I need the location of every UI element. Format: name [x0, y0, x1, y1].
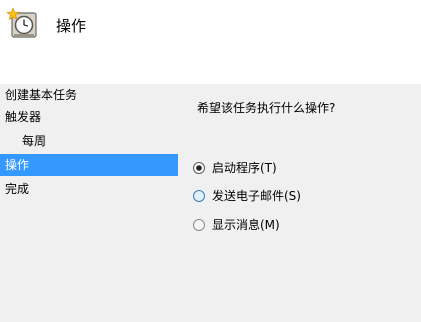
option-label: 显示消息(M) — [212, 218, 280, 232]
sidebar-item-label: 触发器 — [5, 110, 42, 124]
radio-unchecked-icon[interactable] — [193, 219, 205, 231]
scheduled-task-icon — [6, 7, 37, 38]
sidebar-item-label: 每周 — [22, 134, 47, 148]
sidebar-item-label: 创建基本任务 — [5, 88, 78, 102]
radio-checked-icon[interactable] — [193, 162, 205, 174]
sidebar-item-label: 操作 — [5, 158, 30, 172]
sidebar-item-finish[interactable]: 完成 — [0, 178, 178, 200]
sidebar-item-action[interactable]: 操作 — [0, 154, 178, 176]
sidebar-item-label: 完成 — [5, 182, 30, 196]
sidebar-item-weekly[interactable]: 每周 — [0, 130, 178, 152]
page-title: 操作 — [56, 17, 87, 35]
option-label: 启动程序(T) — [212, 161, 277, 175]
sidebar-item-trigger[interactable]: 触发器 — [0, 106, 178, 128]
sidebar-item-create-basic-task[interactable]: 创建基本任务 — [0, 84, 178, 106]
header: 操作 — [0, 0, 421, 84]
action-question: 希望该任务执行什么操作? — [197, 101, 336, 115]
option-label: 发送电子邮件(S) — [212, 189, 301, 203]
radio-unchecked-icon[interactable] — [193, 190, 205, 202]
